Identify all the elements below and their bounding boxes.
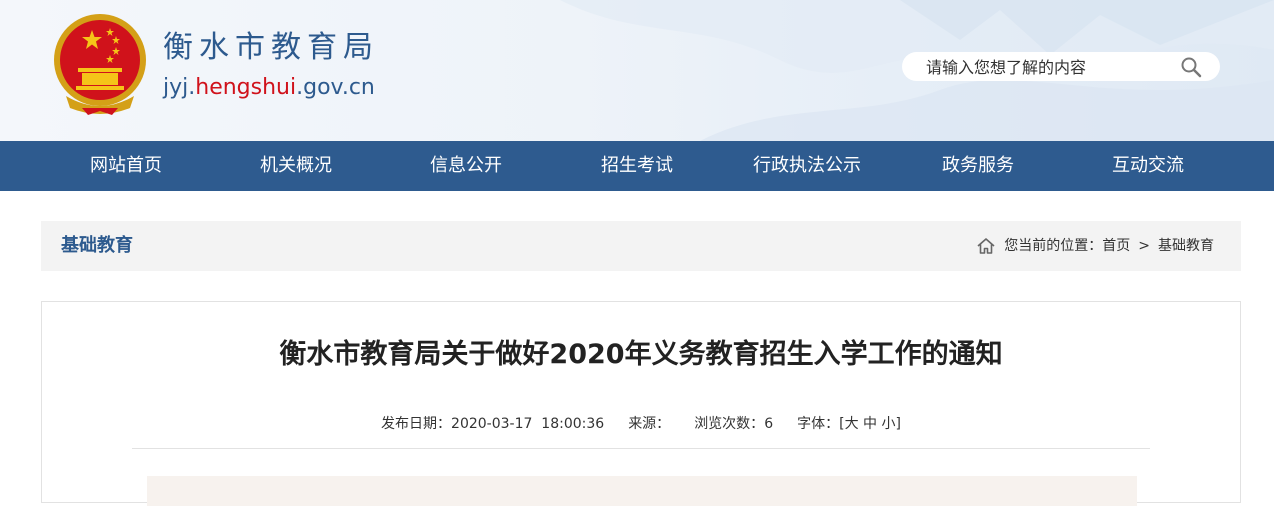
breadcrumb-separator: > (1138, 238, 1150, 254)
site-header: 衡水市教育局 jyj.hengshui.gov.cn (0, 0, 1274, 141)
breadcrumb-current-link[interactable]: 基础教育 (1158, 221, 1214, 271)
nav-item-info-disclosure[interactable]: 信息公开 (381, 141, 551, 191)
font-size-small-link[interactable]: 小 (881, 416, 895, 432)
section-title: 基础教育 (61, 235, 133, 256)
source-label: 来源： (628, 416, 671, 432)
breadcrumb: 您当前的位置： 首页 > 基础教育 (976, 221, 1214, 271)
nav-item-law-enforcement[interactable]: 行政执法公示 (722, 141, 892, 191)
search-icon[interactable] (1179, 55, 1203, 79)
article-title: 衡水市教育局关于做好2020年义务教育招生入学工作的通知 (279, 339, 1003, 370)
document-image (147, 476, 1137, 506)
site-domain: jyj.hengshui.gov.cn (163, 74, 375, 102)
publish-date-label: 发布日期： (381, 416, 452, 432)
nav-item-interaction[interactable]: 互动交流 (1063, 141, 1233, 191)
font-size-bracket-close: ] (895, 416, 901, 432)
search-input[interactable] (926, 56, 1166, 78)
breadcrumb-home-link[interactable]: 首页 (1102, 221, 1130, 271)
location-bar: 基础教育 您当前的位置： 首页 > 基础教育 (41, 221, 1241, 271)
nav-item-gov-services[interactable]: 政务服务 (893, 141, 1063, 191)
site-name: 衡水市教育局 (163, 30, 379, 65)
main-nav: 网站首页 机关概况 信息公开 招生考试 行政执法公示 政务服务 互动交流 (0, 141, 1274, 191)
views-count: 6 (764, 416, 774, 432)
domain-highlight: hengshui (195, 75, 297, 100)
home-icon (977, 238, 995, 254)
meta-divider (132, 448, 1150, 449)
nav-item-admissions[interactable]: 招生考试 (552, 141, 722, 191)
publish-date: 2020-03-17 18:00:36 (451, 416, 605, 432)
domain-prefix: jyj. (163, 75, 196, 100)
nav-item-overview[interactable]: 机关概况 (211, 141, 381, 191)
breadcrumb-prefix: 您当前的位置： (1004, 238, 1103, 254)
nav-item-home[interactable]: 网站首页 (41, 141, 211, 191)
search-box (902, 52, 1220, 81)
national-emblem-icon (54, 14, 146, 115)
font-size-medium-link[interactable]: 中 (863, 416, 877, 432)
views-label: 浏览次数： (694, 416, 765, 432)
font-size-label: 字体： (797, 416, 840, 432)
article-panel: 衡水市教育局关于做好2020年义务教育招生入学工作的通知 发布日期：2020-0… (41, 301, 1241, 506)
font-size-large-link[interactable]: 大 (845, 416, 859, 432)
article-meta: 发布日期：2020-03-17 18:00:36 来源： 浏览次数：6 字体：[大 中… (42, 414, 1240, 434)
domain-suffix: .gov.cn (296, 75, 375, 100)
